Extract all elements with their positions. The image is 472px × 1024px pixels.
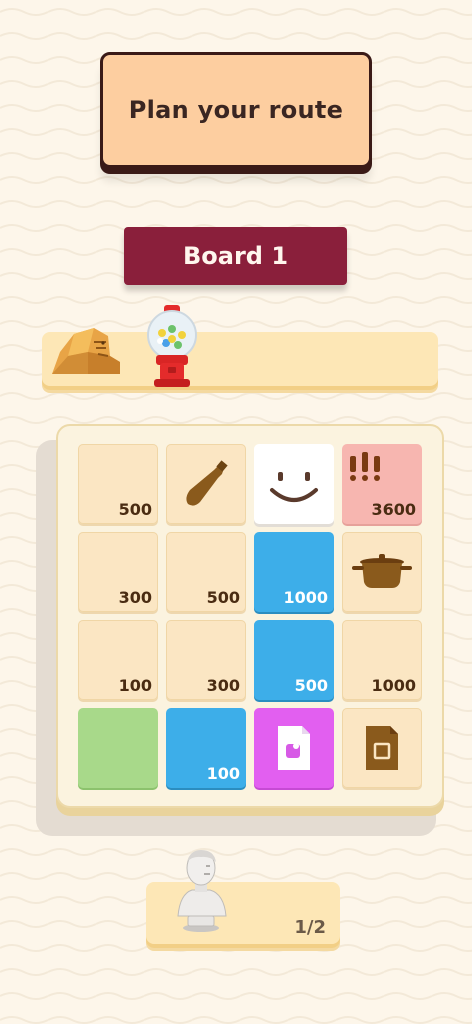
sphinx-icon <box>52 328 120 374</box>
board-tile[interactable]: 500 <box>254 620 334 700</box>
tile-value: 1000 <box>371 676 416 695</box>
tile-value: 100 <box>206 764 240 783</box>
pot-icon <box>352 554 412 588</box>
board-tile[interactable]: 300 <box>166 620 246 700</box>
board-tile[interactable]: 500 <box>166 532 246 612</box>
document-icon <box>366 726 398 770</box>
board-badge: Board 1 <box>124 227 347 285</box>
progress-counter: 1/2 <box>294 917 326 938</box>
tile-value: 500 <box>206 588 240 607</box>
board-tile[interactable]: 1000 <box>342 620 422 700</box>
tile-grid: 500 3600 300 500 1000 100 300 500 1000 100 <box>78 444 422 788</box>
tile-value: 500 <box>294 676 328 695</box>
tile-value: 500 <box>118 500 152 519</box>
bust-statue-icon <box>177 850 227 932</box>
board-tile[interactable]: 500 <box>78 444 158 524</box>
board-tile[interactable]: 100 <box>166 708 246 788</box>
board-tile[interactable]: 100 <box>78 620 158 700</box>
tile-value: 300 <box>206 676 240 695</box>
board-tile[interactable]: 1000 <box>254 532 334 612</box>
tile-value: 300 <box>118 588 152 607</box>
board-tile[interactable]: 3600 <box>342 444 422 524</box>
board-tile[interactable] <box>254 444 334 524</box>
bottle-icon <box>186 460 228 506</box>
smile-icon <box>270 472 318 502</box>
tile-value: 3600 <box>371 500 416 519</box>
board-tile[interactable] <box>78 708 158 788</box>
board-tile[interactable]: 300 <box>78 532 158 612</box>
board-tile[interactable] <box>254 708 334 788</box>
page-title: Plan your route <box>128 96 344 124</box>
board-tile[interactable] <box>166 444 246 524</box>
board-tile[interactable] <box>342 532 422 612</box>
board-label: Board 1 <box>182 242 289 270</box>
gumball-machine-icon <box>147 305 197 387</box>
tile-value: 100 <box>118 676 152 695</box>
tile-value: 1000 <box>283 588 328 607</box>
title-card: Plan your route <box>100 52 372 168</box>
route-board: 500 3600 300 500 1000 100 300 500 1000 100 <box>56 424 444 808</box>
board-tile[interactable] <box>342 708 422 788</box>
white-document-icon <box>278 726 310 770</box>
